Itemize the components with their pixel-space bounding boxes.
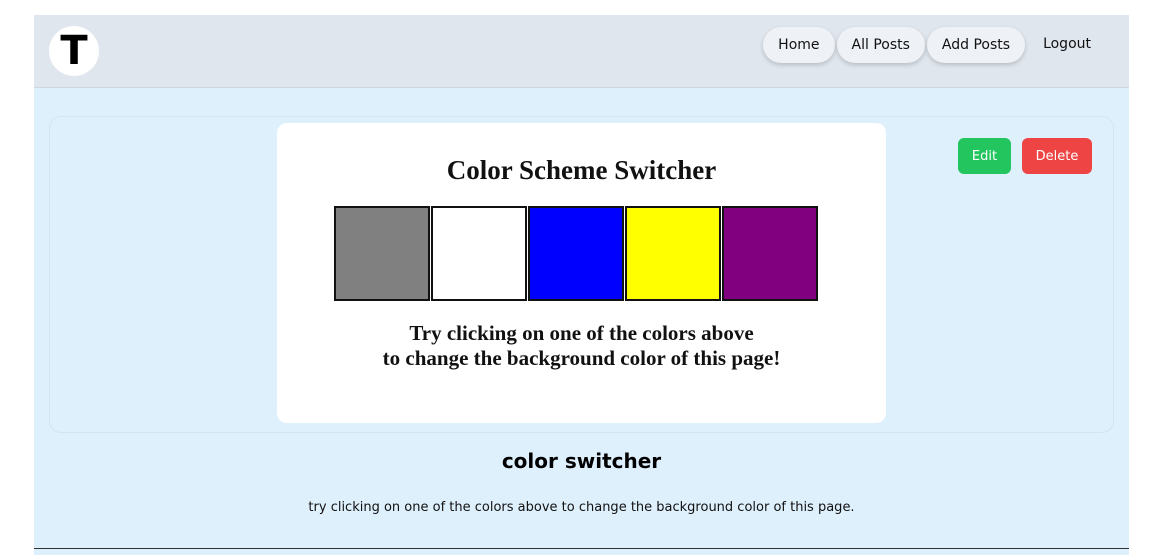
delete-button[interactable]: Delete [1022, 138, 1092, 174]
page-divider [34, 548, 1129, 549]
preview-instructions: Try clicking on one of the colors above … [277, 321, 886, 371]
nav-links: Home All Posts Add Posts Logout [761, 27, 1099, 63]
edit-button[interactable]: Edit [958, 138, 1011, 174]
nav-home-button[interactable]: Home [763, 27, 835, 63]
preview-instruction-line-1: Try clicking on one of the colors above [409, 321, 754, 345]
nav-logout-button[interactable]: Logout [1035, 26, 1099, 62]
navbar: T Home All Posts Add Posts Logout [34, 15, 1129, 88]
logo-letter: T [60, 28, 88, 74]
page-container: T Home All Posts Add Posts Logout Color … [34, 15, 1129, 555]
swatch-white[interactable] [431, 206, 527, 301]
post-description: try clicking on one of the colors above … [308, 500, 855, 515]
post-preview-image: Color Scheme Switcher Try clicking on on… [277, 123, 886, 423]
preview-title: Color Scheme Switcher [446, 155, 717, 185]
swatch-gray[interactable] [334, 206, 430, 301]
swatch-blue[interactable] [528, 206, 624, 301]
preview-instruction-line-2: to change the background color of this p… [382, 346, 781, 370]
nav-add-posts-button[interactable]: Add Posts [926, 27, 1026, 63]
nav-all-posts-button[interactable]: All Posts [836, 27, 925, 63]
post-actions: Edit Delete [958, 138, 1092, 174]
post-title: color switcher [501, 449, 662, 473]
swatch-yellow[interactable] [625, 206, 721, 301]
swatch-purple[interactable] [722, 206, 818, 301]
color-swatches [334, 206, 819, 301]
site-logo[interactable]: T [49, 26, 99, 76]
